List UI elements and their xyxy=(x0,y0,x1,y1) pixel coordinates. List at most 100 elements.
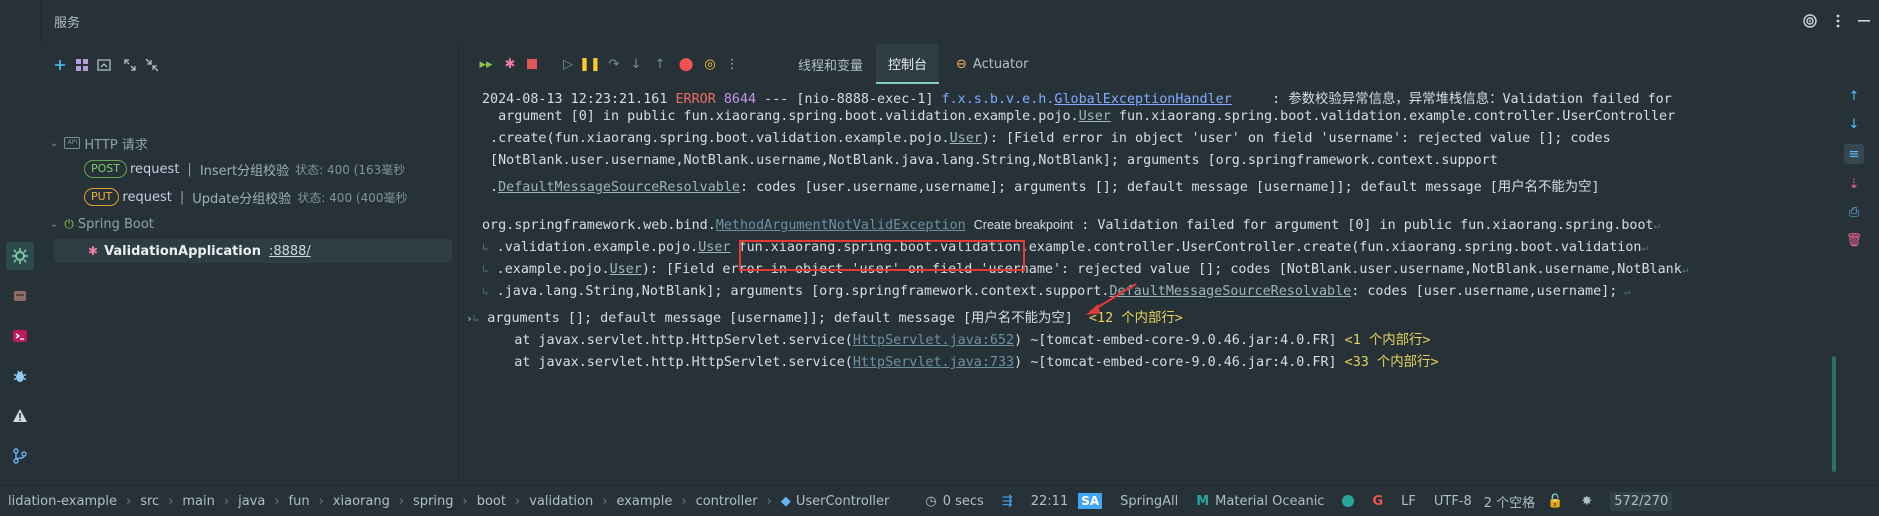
app-port-link[interactable]: :8888/ xyxy=(269,244,311,259)
tree-group-spring-boot[interactable]: ⌄ ⏻ Spring Boot xyxy=(50,212,458,236)
notification-icon[interactable]: ✸ xyxy=(1581,494,1592,509)
create-breakpoint-hint[interactable]: Create breakpoint xyxy=(974,218,1073,232)
database-icon[interactable] xyxy=(6,282,34,310)
theme-widget[interactable]: M Material Oceanic xyxy=(1196,494,1324,509)
class-link[interactable]: DefaultMessageSourceResolvable xyxy=(498,180,740,195)
log-level: ERROR xyxy=(675,92,716,107)
logger-class-link[interactable]: GlobalExceptionHandler xyxy=(1054,92,1231,107)
clear-all-icon[interactable]: 🗑 xyxy=(1844,230,1864,250)
breadcrumb-item[interactable]: fun xyxy=(289,494,310,509)
resume-icon[interactable]: ▷ xyxy=(558,54,578,74)
memory-indicator[interactable]: 572/270 xyxy=(1610,491,1673,511)
mute-breakpoints-icon[interactable]: ◎ xyxy=(700,54,720,74)
breadcrumb-item[interactable]: validation xyxy=(529,494,593,509)
rerun-icon[interactable]: ▸▸ xyxy=(476,54,496,74)
class-link[interactable]: User xyxy=(698,240,730,255)
soft-wrap-toggle-icon[interactable]: ≡ xyxy=(1844,144,1864,164)
class-link[interactable]: User xyxy=(1079,109,1111,124)
vertical-scrollbar[interactable] xyxy=(1832,356,1836,472)
breadcrumb-item[interactable]: src xyxy=(140,494,159,509)
arrow-up-icon[interactable]: ↑ xyxy=(1844,86,1864,106)
warning-icon[interactable] xyxy=(6,402,34,430)
tree-item-post-request[interactable]: POST request | Insert分组校验 状态: 400 (163毫秒 xyxy=(84,157,458,181)
exception-class-link[interactable]: MethodArgumentNotValidException xyxy=(716,218,966,233)
breadcrumb-item[interactable]: main xyxy=(182,494,214,509)
console-toolbar: ▸▸ ✱ ▷ ❚❚ ↷ ↓ ↑ ⬤ ◎ ⋮ 线程和变量 控制台 ⊖ Actuat… xyxy=(466,44,1879,84)
breadcrumb-item[interactable]: controller xyxy=(696,494,758,509)
indent-setting[interactable]: 2 个空格 xyxy=(1484,492,1535,511)
stack-trace-line: at javax.servlet.http.HttpServlet.servic… xyxy=(482,333,1431,348)
minimize-icon[interactable] xyxy=(1853,10,1875,32)
breadcrumb-item[interactable]: boot xyxy=(477,494,506,509)
debug-icon[interactable]: ✱ xyxy=(500,54,520,74)
chevron-down-icon[interactable]: ⌄ xyxy=(50,219,58,230)
request-description: Insert分组校验 xyxy=(199,163,290,179)
tab-actuator-label: Actuator xyxy=(972,56,1029,72)
google-icon[interactable]: G xyxy=(1372,494,1383,509)
timer-widget[interactable]: ◷ 0 secs xyxy=(925,494,983,509)
log-line: .create(fun.xiaorang.spring.boot.validat… xyxy=(482,131,1611,146)
more-options-icon[interactable] xyxy=(1827,10,1849,32)
tab-console[interactable]: 控制台 xyxy=(876,44,940,84)
class-link[interactable]: DefaultMessageSourceResolvable xyxy=(1109,284,1351,299)
breadcrumb-item[interactable]: UserController xyxy=(796,494,890,509)
annotation-arrow xyxy=(1086,283,1137,315)
method-badge-put: PUT xyxy=(84,188,120,206)
soft-wrap-icon: ↵ xyxy=(1681,263,1689,276)
user-avatar[interactable]: SA xyxy=(1078,493,1103,509)
tree-item-put-request[interactable]: PUT request | Update分组校验 状态: 400 (400毫秒 xyxy=(84,185,458,209)
structure-icon[interactable]: ⇶ xyxy=(1002,494,1013,509)
group-by-icon[interactable] xyxy=(71,54,93,76)
git-branch-icon[interactable] xyxy=(6,442,34,470)
stack-trace-line: at javax.servlet.http.HttpServlet.servic… xyxy=(482,355,1439,370)
lock-icon[interactable]: 🔓 xyxy=(1547,494,1563,509)
log-line: ↳ .example.pojo.User): [Field error in o… xyxy=(482,262,1689,277)
source-link[interactable]: HttpServlet.java:733 xyxy=(853,355,1014,370)
class-link[interactable]: User xyxy=(950,131,982,146)
services-icon[interactable] xyxy=(6,242,34,270)
status-dot-icon[interactable] xyxy=(1342,495,1355,507)
panel-divider[interactable] xyxy=(458,42,459,482)
breadcrumb-item[interactable]: xiaorang xyxy=(333,494,390,509)
request-name: request xyxy=(130,161,180,177)
print-icon[interactable]: ⎙ xyxy=(1844,202,1864,222)
collapse-all-icon[interactable] xyxy=(141,54,163,76)
class-link[interactable]: User xyxy=(610,262,642,277)
line-separator[interactable]: LF xyxy=(1401,494,1416,509)
debug-bug-icon[interactable] xyxy=(6,362,34,390)
breadcrumb-item[interactable]: spring xyxy=(413,494,453,509)
class-icon: ◆ xyxy=(780,493,791,509)
app-name: ValidationApplication xyxy=(104,243,261,259)
file-encoding[interactable]: UTF-8 xyxy=(1434,494,1472,509)
more-options-icon[interactable]: ⋮ xyxy=(722,54,742,74)
tree-item-validation-application[interactable]: ✱ ValidationApplication :8888/ xyxy=(54,239,452,263)
breadcrumb-item[interactable]: lidation-example xyxy=(8,494,117,509)
add-service-icon[interactable] xyxy=(49,54,71,76)
step-out-icon[interactable]: ↑ xyxy=(650,54,670,74)
stop-icon[interactable] xyxy=(522,54,542,74)
step-over-icon[interactable]: ↷ xyxy=(604,54,624,74)
breadcrumb-item[interactable]: java xyxy=(238,494,265,509)
arrow-down-icon[interactable]: ↓ xyxy=(1844,114,1864,134)
scroll-to-end-icon[interactable]: ⇣ xyxy=(1844,174,1864,194)
folded-lines-link[interactable]: <1 个内部行> xyxy=(1345,333,1431,348)
console-output[interactable]: 2024-08-13 12:23:21.161 ERROR 8644 --- [… xyxy=(466,86,1824,476)
chevron-down-icon[interactable]: ⌄ xyxy=(50,138,58,149)
caret-position[interactable]: 22:11 xyxy=(1031,494,1068,509)
tab-threads-variables[interactable]: 线程和变量 xyxy=(786,44,875,84)
tree-group-http[interactable]: ⌄ API HTTP 请求 xyxy=(50,131,458,155)
breadcrumb-item[interactable]: example xyxy=(616,494,672,509)
folded-lines-link[interactable]: <33 个内部行> xyxy=(1345,355,1439,370)
spring-all-label[interactable]: SpringAll xyxy=(1120,494,1178,509)
step-into-icon[interactable]: ↓ xyxy=(626,54,646,74)
console-side-toolbar: ↑ ↓ ≡ ⇣ ⎙ 🗑 xyxy=(1830,44,1879,484)
new-tab-icon[interactable] xyxy=(93,54,115,76)
view-breakpoints-icon[interactable]: ⬤ xyxy=(676,54,696,74)
expand-all-icon[interactable] xyxy=(119,54,141,76)
source-link[interactable]: HttpServlet.java:652 xyxy=(853,333,1014,348)
tab-actuator[interactable]: ⊖ Actuator xyxy=(944,44,1040,84)
pause-icon[interactable]: ❚❚ xyxy=(579,54,601,74)
target-icon[interactable] xyxy=(1799,10,1821,32)
tool-window-strip xyxy=(0,0,41,485)
terminal-icon[interactable] xyxy=(6,322,34,350)
